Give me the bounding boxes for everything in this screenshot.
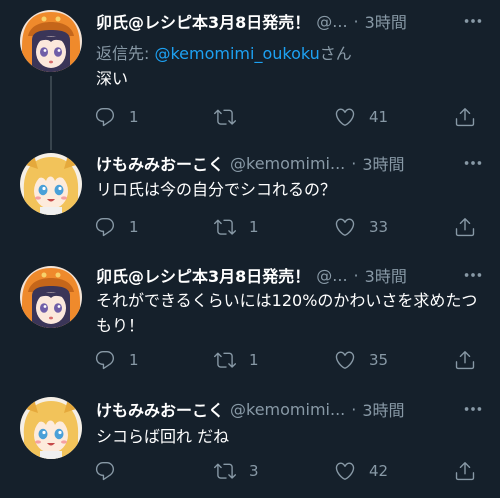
share-icon xyxy=(454,349,476,371)
hooded-girl-avatar-icon xyxy=(20,10,82,72)
more-icon xyxy=(462,10,484,32)
timestamp[interactable]: 3時間 xyxy=(365,9,407,33)
like-button[interactable]: 42 xyxy=(334,458,388,484)
avatar[interactable] xyxy=(20,397,82,459)
tweet-text: 深い xyxy=(96,69,129,88)
reply-button[interactable]: 1 xyxy=(94,214,139,240)
tweet-header: 卯氏@レシピ本3月8日発売！ @... · 3時間 xyxy=(96,263,486,287)
reply-icon xyxy=(94,216,116,238)
display-name[interactable]: 卯氏@レシピ本3月8日発売！ xyxy=(96,263,310,287)
separator-dot: · xyxy=(353,265,359,285)
display-name[interactable]: 卯氏@レシピ本3月8日発売！ xyxy=(96,9,310,33)
tweet[interactable]: 卯氏@レシピ本3月8日発売！ @... · 3時間 返信先: @kemomimi… xyxy=(0,0,500,145)
blonde-girl-avatar-icon xyxy=(20,153,82,215)
user-handle[interactable]: @kemomimi... xyxy=(230,400,345,419)
retweet-count: 1 xyxy=(249,351,259,369)
action-bar: 1 41 xyxy=(94,104,486,130)
reply-count: 1 xyxy=(129,218,139,236)
share-button[interactable] xyxy=(454,458,476,484)
share-button[interactable] xyxy=(454,347,476,373)
blonde-girl-avatar-icon xyxy=(20,397,82,459)
tweet-text: リロ氏は今の自分でシコれるの？ xyxy=(96,180,337,199)
share-icon xyxy=(454,460,476,482)
timestamp[interactable]: 3時間 xyxy=(362,151,404,175)
heart-icon xyxy=(334,106,356,128)
separator-dot: · xyxy=(353,11,359,31)
share-icon xyxy=(454,216,476,238)
reply-icon xyxy=(94,460,116,482)
like-count: 42 xyxy=(369,462,389,480)
more-icon xyxy=(462,152,484,174)
more-button[interactable] xyxy=(460,398,486,420)
tweet[interactable]: けもみみおーこく @kemomimi... · 3時間 シコらば回れ だね 3 … xyxy=(0,393,500,498)
tweet-text: シコらば回れ だね xyxy=(96,427,230,446)
more-button[interactable] xyxy=(460,264,486,286)
display-name[interactable]: けもみみおーこく xyxy=(96,397,224,421)
tweet-header: 卯氏@レシピ本3月8日発売！ @... · 3時間 xyxy=(96,9,486,33)
hooded-girl-avatar-icon xyxy=(20,266,82,328)
retweet-icon xyxy=(214,460,236,482)
reply-button[interactable]: 1 xyxy=(94,104,139,130)
like-count: 41 xyxy=(369,108,389,126)
like-button[interactable]: 35 xyxy=(334,347,388,373)
action-bar: 1 1 35 xyxy=(94,347,486,373)
heart-icon xyxy=(334,349,356,371)
reply-icon xyxy=(94,349,116,371)
tweet-text: それができるくらいには120%のかわいさを求めたつもり！ xyxy=(96,291,478,335)
share-icon xyxy=(454,106,476,128)
separator-dot: · xyxy=(351,153,357,173)
avatar[interactable] xyxy=(20,153,82,215)
reply-count: 1 xyxy=(129,108,139,126)
more-icon xyxy=(462,398,484,420)
timestamp[interactable]: 3時間 xyxy=(362,397,404,421)
display-name[interactable]: けもみみおーこく xyxy=(96,151,224,175)
reply-button[interactable] xyxy=(94,458,129,484)
like-button[interactable]: 41 xyxy=(334,104,388,130)
tweet[interactable]: 卯氏@レシピ本3月8日発売！ @... · 3時間 それができるくらいには120… xyxy=(0,258,500,393)
reply-icon xyxy=(94,106,116,128)
reply-button[interactable]: 1 xyxy=(94,347,139,373)
user-handle[interactable]: @kemomimi... xyxy=(230,154,345,173)
like-button[interactable]: 33 xyxy=(334,214,388,240)
action-bar: 1 1 33 xyxy=(94,214,486,240)
retweet-button[interactable] xyxy=(214,104,249,130)
reply-count: 1 xyxy=(129,351,139,369)
reply-suffix: さん xyxy=(319,44,352,63)
reply-context: 返信先: @kemomimi_oukokuさん xyxy=(96,40,352,64)
retweet-button[interactable]: 1 xyxy=(214,214,259,240)
separator-dot: · xyxy=(351,399,357,419)
more-button[interactable] xyxy=(460,152,486,174)
retweet-count: 1 xyxy=(249,218,259,236)
tweet-header: けもみみおーこく @kemomimi... · 3時間 xyxy=(96,397,486,421)
user-handle[interactable]: @... xyxy=(316,12,347,31)
more-button[interactable] xyxy=(460,10,486,32)
tweet-header: けもみみおーこく @kemomimi... · 3時間 xyxy=(96,151,486,175)
user-handle[interactable]: @... xyxy=(316,266,347,285)
action-bar: 3 42 xyxy=(94,458,486,484)
tweet[interactable]: けもみみおーこく @kemomimi... · 3時間 リロ氏は今の自分でシコれ… xyxy=(0,145,500,258)
retweet-button[interactable]: 1 xyxy=(214,347,259,373)
like-count: 33 xyxy=(369,218,389,236)
heart-icon xyxy=(334,460,356,482)
heart-icon xyxy=(334,216,356,238)
reply-mention-link[interactable]: @kemomimi_oukoku xyxy=(154,44,319,63)
retweet-button[interactable]: 3 xyxy=(214,458,259,484)
retweet-count: 3 xyxy=(249,462,259,480)
retweet-icon xyxy=(214,349,236,371)
like-count: 35 xyxy=(369,351,389,369)
retweet-icon xyxy=(214,216,236,238)
timestamp[interactable]: 3時間 xyxy=(365,263,407,287)
avatar[interactable] xyxy=(20,266,82,328)
share-button[interactable] xyxy=(454,104,476,130)
reply-prefix: 返信先: xyxy=(96,44,155,63)
retweet-icon xyxy=(214,106,236,128)
avatar[interactable] xyxy=(20,10,82,72)
more-icon xyxy=(462,264,484,286)
share-button[interactable] xyxy=(454,214,476,240)
